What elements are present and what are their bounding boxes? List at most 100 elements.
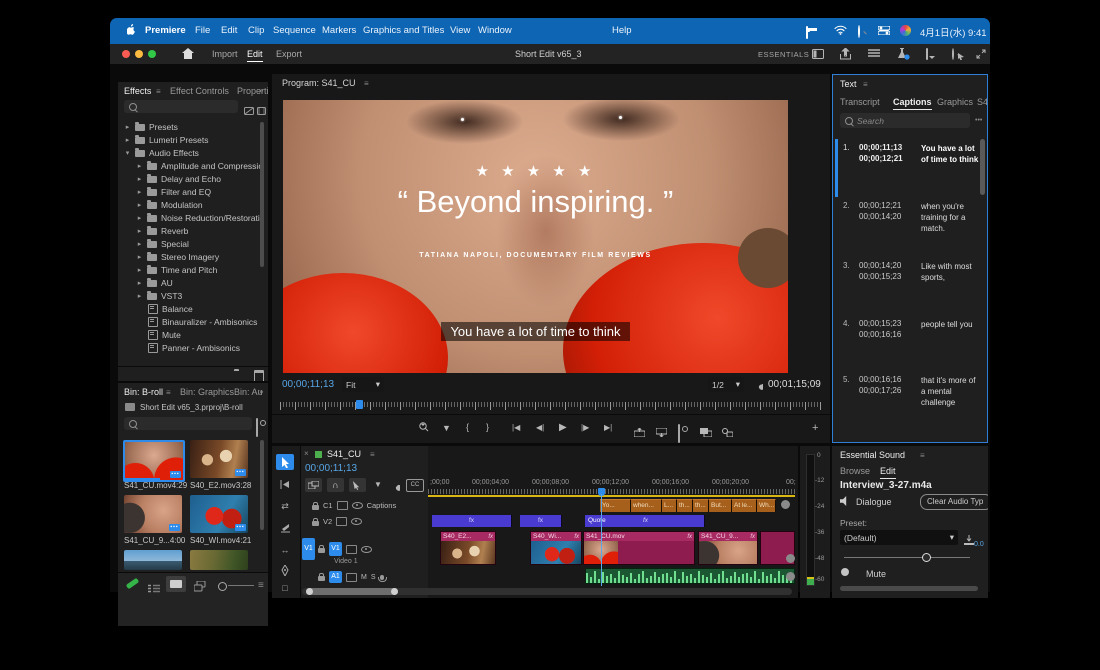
timeline-hscrollbar-handle[interactable] bbox=[306, 588, 398, 595]
linked-selection-icon[interactable] bbox=[349, 478, 366, 492]
clip-thumbnail-s40-e2[interactable]: ▪▪▪ bbox=[190, 440, 248, 478]
bin-search-input[interactable] bbox=[124, 417, 252, 430]
multicam-icon[interactable] bbox=[722, 424, 734, 442]
tab-effect-controls[interactable]: Effect Controls bbox=[170, 86, 229, 96]
menu-graphics-titles[interactable]: Graphics and Titles bbox=[363, 25, 444, 36]
tree-item[interactable]: ▸ Noise Reduction/Restoration bbox=[124, 211, 262, 224]
graphic-clip-quote[interactable]: Quote fx bbox=[585, 515, 705, 527]
selection-tool[interactable] bbox=[276, 454, 294, 470]
timeline-settings-wrench-icon[interactable] bbox=[389, 480, 402, 498]
close-icon[interactable]: × bbox=[304, 449, 309, 458]
zoom-fit-dropdown[interactable]: Fit ▾ bbox=[342, 377, 384, 392]
tree-item[interactable]: ▸ Delay and Echo bbox=[124, 172, 262, 185]
pen-tool[interactable] bbox=[276, 562, 294, 578]
zoom-slider-track[interactable] bbox=[228, 585, 254, 586]
extract-icon[interactable] bbox=[655, 424, 668, 442]
control-center-icon[interactable] bbox=[877, 25, 891, 38]
lock-icon[interactable] bbox=[312, 501, 319, 510]
filter-transitions-icon[interactable] bbox=[244, 102, 254, 120]
tree-item[interactable]: ▸ Presets bbox=[124, 120, 262, 133]
razor-tool[interactable] bbox=[276, 520, 294, 536]
effects-search-input[interactable] bbox=[124, 100, 238, 113]
track-visibility-icon[interactable] bbox=[351, 518, 363, 525]
goto-in-icon[interactable]: |◀ bbox=[512, 423, 520, 432]
menu-edit[interactable]: Edit bbox=[221, 25, 237, 36]
voiceover-record-icon[interactable] bbox=[377, 574, 387, 582]
program-playhead[interactable] bbox=[356, 400, 363, 409]
program-current-timecode[interactable]: 00;00;11;13 bbox=[282, 379, 334, 390]
timeline-timecode[interactable]: 00;00;11;13 bbox=[305, 463, 357, 474]
graphic-clip[interactable]: fx bbox=[432, 515, 512, 527]
tab-transcript[interactable]: Transcript bbox=[840, 97, 880, 107]
graphic-clip[interactable]: fx bbox=[520, 515, 562, 527]
captions-search-input[interactable]: Search bbox=[840, 113, 970, 128]
caption-clip[interactable]: Yo... bbox=[600, 499, 631, 512]
capture-icon[interactable] bbox=[256, 418, 258, 437]
menu-markers[interactable]: Markers bbox=[322, 25, 356, 36]
tab-bin-graphics[interactable]: Bin: Graphics bbox=[180, 387, 234, 397]
scroll-handle-left[interactable] bbox=[306, 588, 313, 595]
timeline-ruler-ticks[interactable] bbox=[428, 489, 795, 494]
video-clip-s40-e2[interactable]: S40_E2... fx bbox=[440, 531, 496, 565]
tab-captions[interactable]: Captions bbox=[893, 97, 932, 110]
clear-audio-type-button[interactable]: Clear Audio Typ bbox=[920, 494, 988, 510]
nav-import[interactable]: Import bbox=[212, 49, 238, 59]
button-editor-icon[interactable]: + bbox=[812, 422, 818, 434]
tab-overflow[interactable]: S4 bbox=[977, 97, 987, 107]
tree-item[interactable]: ▸ AU bbox=[124, 276, 262, 289]
marker-icon[interactable]: ▼ bbox=[442, 423, 451, 433]
mark-in-icon[interactable]: { bbox=[466, 422, 469, 432]
step-forward-icon[interactable]: |▶ bbox=[581, 423, 589, 432]
source-patch-v1[interactable]: V1 bbox=[302, 538, 315, 560]
sync-lock-icon[interactable] bbox=[346, 572, 357, 582]
bin-panel-menu-icon[interactable]: ≡ bbox=[166, 388, 171, 397]
sync-lock-icon[interactable] bbox=[336, 501, 348, 510]
delete-icon[interactable] bbox=[254, 370, 264, 381]
fullscreen-icon[interactable] bbox=[976, 49, 986, 61]
more-options-icon[interactable]: ••• bbox=[975, 117, 982, 124]
apple-menu-icon[interactable] bbox=[126, 24, 138, 40]
track-visibility-icon[interactable] bbox=[361, 545, 372, 553]
track-select-forward-tool[interactable] bbox=[276, 476, 294, 492]
play-icon[interactable]: ▶ bbox=[559, 422, 567, 433]
playback-resolution-dropdown[interactable]: 1/2 ▾ bbox=[708, 377, 744, 392]
save-preset-icon[interactable] bbox=[964, 532, 974, 550]
snap-magnet-icon[interactable]: ∩ bbox=[327, 478, 344, 492]
marker-icon[interactable]: ▼ bbox=[374, 480, 382, 489]
panel-layout-icon[interactable] bbox=[812, 49, 824, 61]
video-clip-s40-wi[interactable]: S40_Wi... fx bbox=[530, 531, 582, 565]
menu-clip[interactable]: Clip bbox=[248, 25, 264, 36]
video-clip-s41-cu-9[interactable]: S41_CU_9... fx bbox=[698, 531, 758, 565]
add-marker-icon[interactable] bbox=[418, 422, 429, 435]
menu-window[interactable]: Window bbox=[478, 25, 512, 36]
audio-clip-interview[interactable] bbox=[585, 568, 795, 584]
share-icon[interactable] bbox=[840, 47, 851, 62]
clip-thumbnail[interactable] bbox=[124, 550, 182, 570]
tree-item[interactable]: Mute bbox=[124, 328, 262, 341]
captions-scrollbar[interactable] bbox=[980, 139, 985, 195]
caption-clip[interactable]: But... bbox=[709, 499, 732, 512]
tree-item[interactable]: ▸ Stereo Imagery bbox=[124, 250, 262, 263]
text-panel-menu-icon[interactable]: ≡ bbox=[863, 80, 868, 89]
effects-scrollbar[interactable] bbox=[260, 122, 264, 267]
clip-thumbnail-s41-cu[interactable]: ▪▪▪ bbox=[123, 440, 185, 482]
tree-item[interactable]: ▸ Lumetri Presets bbox=[124, 133, 262, 146]
tree-item[interactable]: ▸ Modulation bbox=[124, 198, 262, 211]
mute-toggle[interactable]: M bbox=[361, 574, 367, 581]
caption-clip[interactable]: when... bbox=[631, 499, 662, 512]
menu-help[interactable]: Help bbox=[612, 25, 632, 36]
filter-video-icon[interactable] bbox=[257, 102, 266, 120]
feedback-icon[interactable] bbox=[926, 48, 928, 60]
list-view-icon[interactable] bbox=[148, 580, 160, 598]
tab-effects[interactable]: Effects bbox=[124, 86, 151, 96]
menu-sequence[interactable]: Sequence bbox=[273, 25, 316, 36]
tree-item[interactable]: ▸ Reverb bbox=[124, 224, 262, 237]
video-clip-s41-cu[interactable]: S41_CU.mov fx bbox=[583, 531, 695, 565]
mark-out-icon[interactable]: } bbox=[486, 422, 489, 432]
essential-sound-scrollbar[interactable] bbox=[840, 586, 978, 591]
track-scroll-knob[interactable] bbox=[786, 572, 795, 581]
clip-thumbnail-s40-wi[interactable]: ▪▪▪ bbox=[190, 495, 248, 533]
sequence-list-icon[interactable] bbox=[868, 49, 880, 60]
thumbnail-view-button[interactable] bbox=[166, 576, 186, 592]
nav-export[interactable]: Export bbox=[276, 49, 302, 59]
